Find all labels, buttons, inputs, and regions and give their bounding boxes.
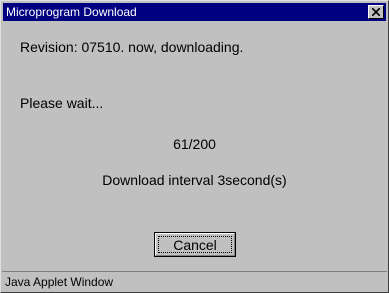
title-bar[interactable]: Microprogram Download xyxy=(3,3,386,21)
wait-text: Please wait... xyxy=(20,95,104,111)
download-dialog: Microprogram Download Revision: 07510. n… xyxy=(0,0,389,293)
status-text: Java Applet Window xyxy=(5,275,114,289)
cancel-button[interactable]: Cancel xyxy=(154,232,236,257)
close-icon xyxy=(372,8,380,16)
download-interval-text: Download interval 3second(s) xyxy=(102,172,287,188)
revision-text: Revision: 07510. now, downloading. xyxy=(20,39,244,55)
cancel-button-label: Cancel xyxy=(173,237,217,253)
window-title: Microprogram Download xyxy=(6,5,137,19)
close-button[interactable] xyxy=(368,5,384,19)
progress-counter: 61/200 xyxy=(173,136,216,152)
status-bar: Java Applet Window xyxy=(2,271,387,292)
